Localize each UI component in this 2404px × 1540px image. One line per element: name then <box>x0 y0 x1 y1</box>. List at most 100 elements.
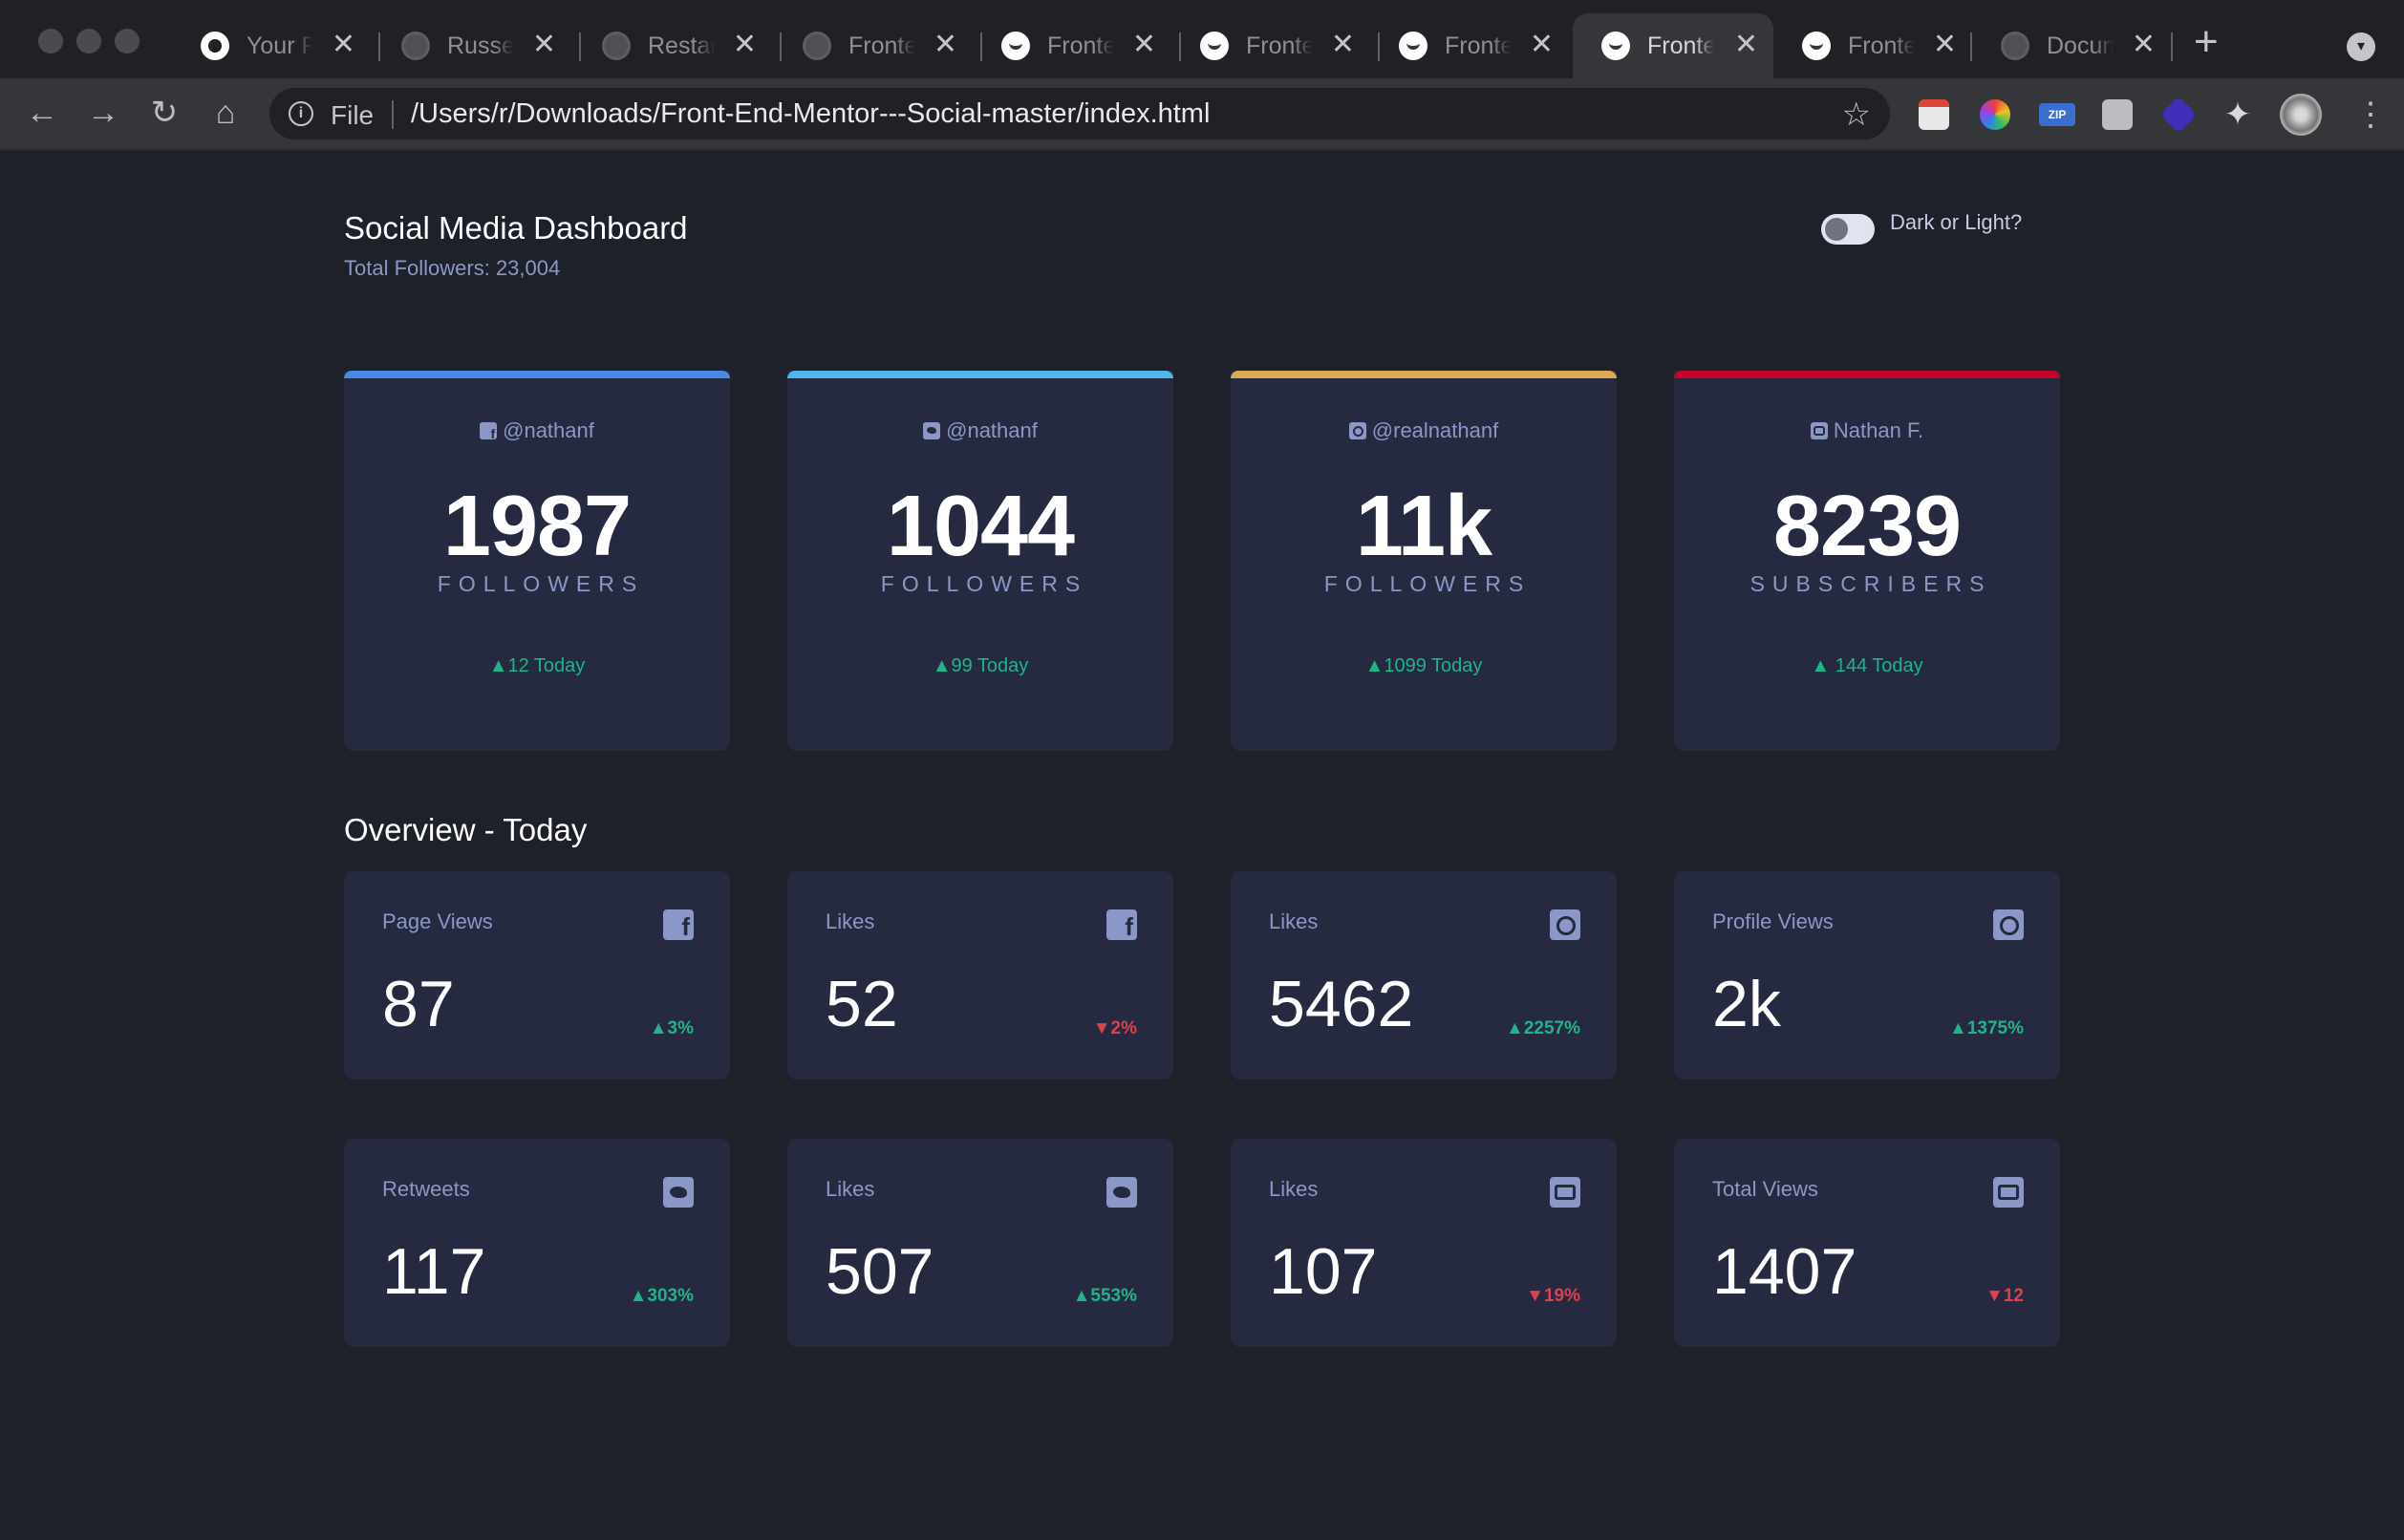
twitter-icon <box>923 422 941 439</box>
globe-icon <box>401 32 430 60</box>
tab-title: Frontend Mentor <box>1246 32 1313 59</box>
browser-tab[interactable]: Frontend Mentor ✕ <box>1370 13 1569 78</box>
calendar-extension-icon[interactable] <box>1919 99 1949 130</box>
metric-change: ▲553% <box>1072 1286 1137 1306</box>
window-close-button[interactable] <box>38 29 63 53</box>
youtube-icon <box>1550 1177 1580 1208</box>
followers-card-facebook[interactable]: @nathanf 1987 FOLLOWERS ▲12 Today <box>344 371 730 751</box>
tab-close-icon[interactable]: ✕ <box>1331 31 1355 59</box>
zip-extension-icon[interactable]: ZIP <box>2039 103 2075 126</box>
overview-card[interactable]: Likes 507 ▲553% <box>787 1139 1173 1347</box>
new-tab-button[interactable]: + <box>2194 21 2219 63</box>
instagram-icon <box>1550 909 1580 940</box>
tab-title: Frontend Mentor <box>1047 32 1114 59</box>
window-minimize-button[interactable] <box>76 29 101 53</box>
tab-close-icon[interactable]: ✕ <box>934 31 957 59</box>
theme-toggle[interactable] <box>1821 214 1875 245</box>
github-icon <box>201 32 229 60</box>
window-zoom-button[interactable] <box>115 29 140 53</box>
tab-title: Frontend Mentor <box>1445 32 1512 59</box>
home-icon[interactable]: ⌂ <box>204 92 247 134</box>
address-bar[interactable]: i File /Users/r/Downloads/Front-End-Ment… <box>269 88 1890 139</box>
metric-value: 117 <box>382 1235 486 1308</box>
metric-label: Likes <box>1269 1177 1319 1201</box>
card-handle: Nathan F. <box>1674 418 2060 443</box>
browser-tab-active[interactable]: Frontend Mentor ✕ <box>1573 13 1773 78</box>
tab-title: Restaurant <box>648 32 715 59</box>
overview-card[interactable]: Retweets 117 ▲303% <box>344 1139 730 1347</box>
color-wheel-extension-icon[interactable] <box>1980 99 2010 130</box>
profile-avatar[interactable] <box>2280 94 2322 136</box>
metric-change: ▼12 <box>1985 1286 2024 1306</box>
card-handle: @nathanf <box>344 418 730 443</box>
tab-close-icon[interactable]: ✕ <box>733 31 757 59</box>
tab-close-icon[interactable]: ✕ <box>1933 31 1957 59</box>
overview-card[interactable]: Likes 107 ▼19% <box>1231 1139 1617 1347</box>
camera-extension-icon[interactable] <box>2102 99 2133 130</box>
reload-icon[interactable]: ↻ <box>143 92 185 134</box>
metric-label: Profile Views <box>1712 909 1834 933</box>
browser-tab[interactable]: Frontend Mentor ✕ <box>774 13 973 78</box>
facebook-icon <box>663 909 694 942</box>
metric-change: ▼2% <box>1092 1018 1137 1038</box>
metric-change: ▲2257% <box>1506 1018 1580 1038</box>
follower-unit: SUBSCRIBERS <box>1749 571 1992 596</box>
follower-count: 1044 <box>886 479 1075 574</box>
tab-separator <box>2171 32 2173 61</box>
tab-close-icon[interactable]: ✕ <box>1734 31 1758 59</box>
tab-close-icon[interactable]: ✕ <box>2132 31 2156 59</box>
tab-close-icon[interactable]: ✕ <box>1132 31 1156 59</box>
browser-tab[interactable]: Frontend Mentor ✕ <box>973 13 1171 78</box>
tab-close-icon[interactable]: ✕ <box>532 31 556 59</box>
youtube-icon <box>1993 1177 2024 1208</box>
followers-card-youtube[interactable]: Nathan F. 8239 SUBSCRIBERS ▲ 144 Today <box>1674 371 2060 751</box>
tab-close-icon[interactable]: ✕ <box>332 31 355 59</box>
followers-card-instagram[interactable]: @realnathanf 11k FOLLOWERS ▲1099 Today <box>1231 371 1617 751</box>
handle-text: @nathanf <box>946 418 1038 442</box>
overview-card[interactable]: Page Views 87 ▲3% <box>344 871 730 1080</box>
metric-value: 87 <box>382 968 455 1040</box>
daily-change: ▲ 144 Today <box>1811 655 1923 676</box>
browser-tab[interactable]: Frontend Mentor ✕ <box>1171 13 1370 78</box>
tab-search-chevron-icon[interactable]: ▾ <box>2347 32 2375 61</box>
browser-tab[interactable]: Russell ✕ <box>373 13 571 78</box>
back-arrow-icon[interactable]: ← <box>21 92 63 134</box>
metric-value: 507 <box>826 1235 934 1308</box>
browser-menu-icon[interactable]: ⋮ <box>2354 96 2387 134</box>
browser-tab[interactable]: Document ✕ <box>1972 13 2171 78</box>
browser-tab[interactable]: Restaurant ✕ <box>573 13 772 78</box>
facebook-icon <box>480 422 498 441</box>
metric-label: Retweets <box>382 1177 470 1201</box>
overview-card[interactable]: Total Views 1407 ▼12 <box>1674 1139 2060 1347</box>
url-text[interactable]: /Users/r/Downloads/Front-End-Mentor---So… <box>411 98 1210 130</box>
overview-card[interactable]: Likes 52 ▼2% <box>787 871 1173 1080</box>
tab-close-icon[interactable]: ✕ <box>1530 31 1554 59</box>
browser-tab-strip: Your Repositories ✕ Russell ✕ Restaurant… <box>0 0 2404 78</box>
browser-tab[interactable]: Your Repositories ✕ <box>172 13 371 78</box>
bookmark-star-icon[interactable]: ☆ <box>1842 96 1871 134</box>
metric-value: 2k <box>1712 968 1781 1040</box>
forward-arrow-icon[interactable]: → <box>82 92 124 134</box>
overview-card[interactable]: Likes 5462 ▲2257% <box>1231 871 1617 1080</box>
browser-tab[interactable]: Frontend Mentor ✕ <box>1773 13 1972 78</box>
metric-change: ▼19% <box>1526 1286 1580 1306</box>
frontend-mentor-icon <box>1200 32 1229 60</box>
card-handle: @nathanf <box>787 418 1173 443</box>
tab-title: Document <box>2047 32 2114 59</box>
followers-card-twitter[interactable]: @nathanf 1044 FOLLOWERS ▲99 Today <box>787 371 1173 751</box>
instagram-icon <box>1348 422 1366 439</box>
puzzle-extension-icon[interactable]: ✦ <box>2222 98 2253 131</box>
card-accent-bar <box>344 371 730 378</box>
tab-title: Frontend Mentor <box>848 32 915 59</box>
facebook-icon <box>1106 909 1137 942</box>
address-separator <box>392 100 394 129</box>
card-accent-bar <box>787 371 1173 378</box>
info-icon[interactable]: i <box>289 101 313 126</box>
overview-card[interactable]: Profile Views 2k ▲1375% <box>1674 871 2060 1080</box>
card-accent-bar <box>1231 371 1617 378</box>
theme-toggle-label: Dark or Light? <box>1890 210 2023 234</box>
metric-change: ▲3% <box>649 1018 694 1038</box>
follower-unit: FOLLOWERS <box>1323 571 1532 596</box>
overview-title: Overview - Today <box>344 812 588 847</box>
url-scheme-label: File <box>331 100 375 130</box>
